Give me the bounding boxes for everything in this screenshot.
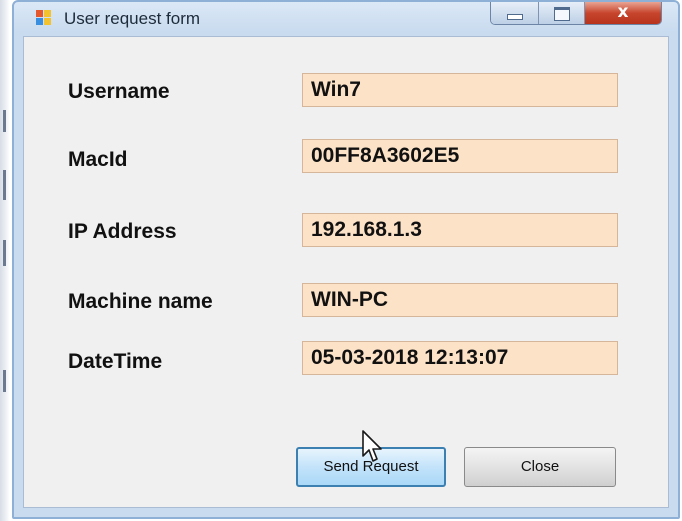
user-request-form-window: User request form x Username MacId IP Ad…	[12, 0, 680, 519]
mouse-cursor-icon	[362, 430, 382, 462]
ip-address-label: IP Address	[68, 220, 177, 243]
macid-label: MacId	[68, 148, 128, 171]
desktop-edge-mark	[3, 240, 6, 266]
window-controls: x	[490, 2, 662, 25]
machine-name-field[interactable]	[302, 283, 618, 317]
windows-forms-app-icon[interactable]	[36, 10, 52, 26]
maximize-icon	[554, 7, 570, 21]
desktop-edge-mark	[3, 110, 6, 132]
close-icon: x	[617, 2, 629, 22]
close-window-button[interactable]: x	[585, 2, 661, 24]
machine-name-label: Machine name	[68, 290, 213, 313]
desktop-edge-mark	[3, 370, 6, 392]
form-client-area: Username MacId IP Address Machine name D…	[23, 36, 669, 508]
minimize-button[interactable]	[491, 2, 539, 24]
minimize-icon	[507, 14, 523, 20]
close-button[interactable]: Close	[464, 447, 616, 487]
username-label: Username	[68, 80, 170, 103]
username-field[interactable]	[302, 73, 618, 107]
desktop-background	[0, 0, 10, 521]
desktop-edge-mark	[3, 170, 6, 200]
ip-address-field[interactable]	[302, 213, 618, 247]
macid-field[interactable]	[302, 139, 618, 173]
datetime-label: DateTime	[68, 350, 163, 373]
datetime-field[interactable]	[302, 341, 618, 375]
maximize-button[interactable]	[539, 2, 585, 24]
window-title: User request form	[64, 9, 201, 28]
title-bar[interactable]: User request form x	[14, 2, 678, 36]
